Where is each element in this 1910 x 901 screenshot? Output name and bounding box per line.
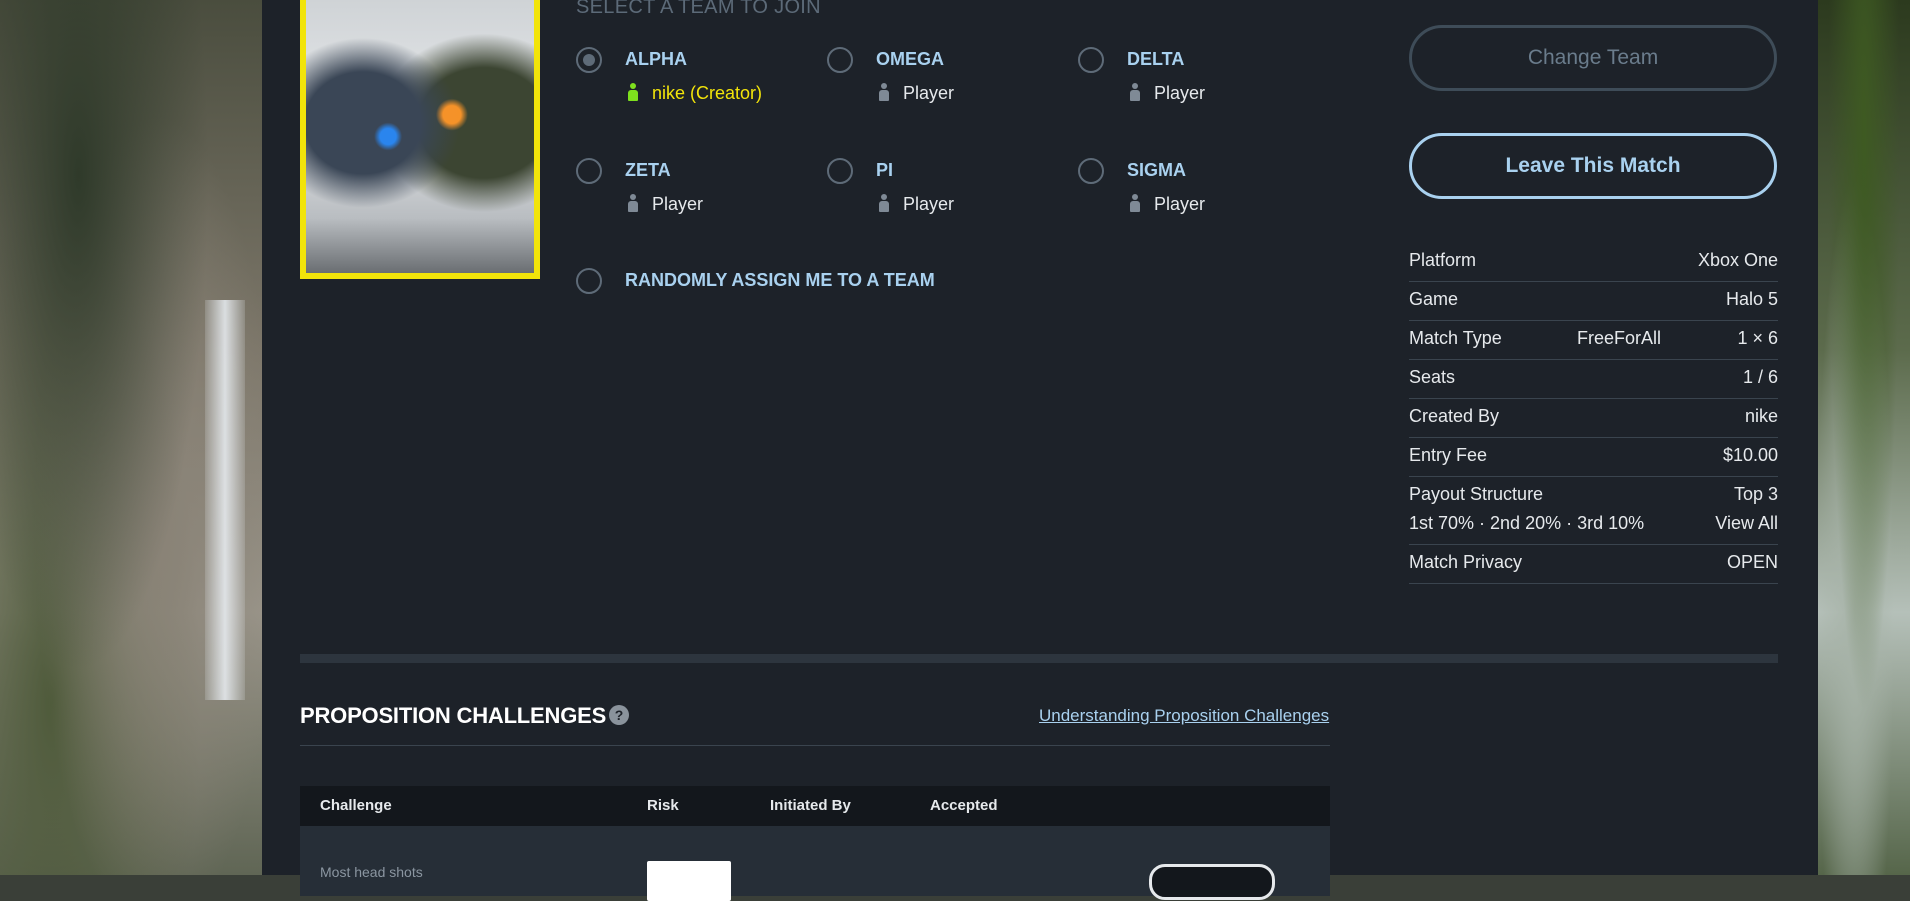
understanding-propositions-link[interactable]: Understanding Proposition Challenges	[1039, 706, 1329, 726]
payout-view-all-link[interactable]: View All	[1715, 513, 1778, 534]
detail-row-privacy: Match Privacy OPEN	[1409, 545, 1778, 584]
radio-button-selected[interactable]	[576, 47, 602, 73]
person-icon	[628, 83, 638, 101]
column-header-risk: Risk	[647, 797, 679, 814]
challenge-cell: Most head shots	[320, 864, 423, 880]
member-name: Player	[1154, 194, 1206, 214]
detail-value: OPEN	[1726, 552, 1778, 572]
detail-label: Payout Structure	[1409, 484, 1544, 504]
action-button[interactable]	[1149, 864, 1275, 900]
detail-value-format: 1 × 6	[1737, 328, 1778, 348]
background-jungle-right	[1818, 0, 1910, 875]
table-header: Challenge Risk Initiated By Accepted	[300, 786, 1330, 826]
detail-row-match-type: Match Type FreeForAll 1 × 6	[1409, 321, 1778, 360]
detail-label: Platform	[1409, 250, 1477, 270]
detail-row-platform: Platform Xbox One	[1409, 243, 1778, 282]
member-name: nike (Creator)	[652, 83, 763, 103]
team-name: SIGMA	[1127, 160, 1187, 180]
payout-split: 1st 70% · 2nd 20% · 3rd 10%	[1409, 513, 1645, 533]
background-waterfall	[205, 300, 245, 700]
detail-label: Match Privacy	[1409, 552, 1523, 572]
detail-value: Xbox One	[1697, 250, 1778, 270]
detail-label: Match Type	[1409, 328, 1502, 348]
person-icon	[879, 194, 889, 212]
detail-row-seats: Seats 1 / 6	[1409, 360, 1778, 399]
detail-row-payout: Payout Structure Top 3 1st 70% · 2nd 20%…	[1409, 477, 1778, 545]
detail-value: Top 3	[1733, 484, 1778, 504]
member-name: Player	[652, 194, 704, 214]
team-name: ZETA	[625, 160, 671, 180]
detail-value: Halo 5	[1725, 289, 1778, 309]
person-icon	[1130, 194, 1140, 212]
radio-button[interactable]	[1078, 158, 1104, 184]
team-name: DELTA	[1127, 49, 1185, 69]
radio-button[interactable]	[827, 47, 853, 73]
detail-label: Entry Fee	[1409, 445, 1488, 465]
random-assign-label: RANDOMLY ASSIGN ME TO A TEAM	[625, 270, 935, 290]
team-member-creator: nike (Creator)	[628, 83, 762, 104]
detail-value: nike	[1744, 406, 1778, 426]
team-member-slot: Player	[879, 194, 954, 215]
column-header-accepted: Accepted	[930, 797, 998, 814]
match-details: Platform Xbox One Game Halo 5 Match Type…	[1409, 243, 1778, 584]
help-icon[interactable]: ?	[609, 705, 629, 725]
person-icon	[879, 83, 889, 101]
change-team-button[interactable]: Change Team	[1409, 25, 1777, 91]
detail-label: Game	[1409, 289, 1459, 309]
detail-row-game: Game Halo 5	[1409, 282, 1778, 321]
section-divider	[300, 654, 1778, 663]
column-header-challenge: Challenge	[320, 797, 392, 814]
member-name: Player	[903, 83, 955, 103]
radio-button[interactable]	[576, 158, 602, 184]
team-name: ALPHA	[625, 49, 687, 69]
detail-label: Seats	[1409, 367, 1456, 387]
column-header-initiated-by: Initiated By	[770, 797, 851, 814]
radio-button[interactable]	[1078, 47, 1104, 73]
risk-input[interactable]	[647, 861, 731, 901]
team-member-slot: Player	[1130, 194, 1205, 215]
member-name: Player	[1154, 83, 1206, 103]
person-icon	[1130, 83, 1140, 101]
proposition-challenges-title: PROPOSITION CHALLENGES	[300, 703, 607, 728]
radio-button[interactable]	[827, 158, 853, 184]
team-name: PI	[876, 160, 894, 180]
detail-value: 1 / 6	[1742, 367, 1778, 387]
detail-value: $10.00	[1722, 445, 1778, 465]
detail-label: Created By	[1409, 406, 1500, 426]
team-member-slot: Player	[628, 194, 703, 215]
section-heading: SELECT A TEAM TO JOIN	[576, 0, 821, 18]
member-name: Player	[903, 194, 955, 214]
team-member-slot: Player	[1130, 83, 1205, 104]
radio-button[interactable]	[576, 268, 602, 294]
detail-row-entry-fee: Entry Fee $10.00	[1409, 438, 1778, 477]
game-cover-art	[300, 0, 540, 279]
team-member-slot: Player	[879, 83, 954, 104]
detail-row-created-by: Created By nike	[1409, 399, 1778, 438]
person-icon	[628, 194, 638, 212]
team-name: OMEGA	[876, 49, 945, 69]
leave-match-button[interactable]: Leave This Match	[1409, 133, 1777, 199]
heading-rule	[300, 745, 1330, 746]
detail-value-match-type: FreeForAll	[1577, 328, 1662, 348]
